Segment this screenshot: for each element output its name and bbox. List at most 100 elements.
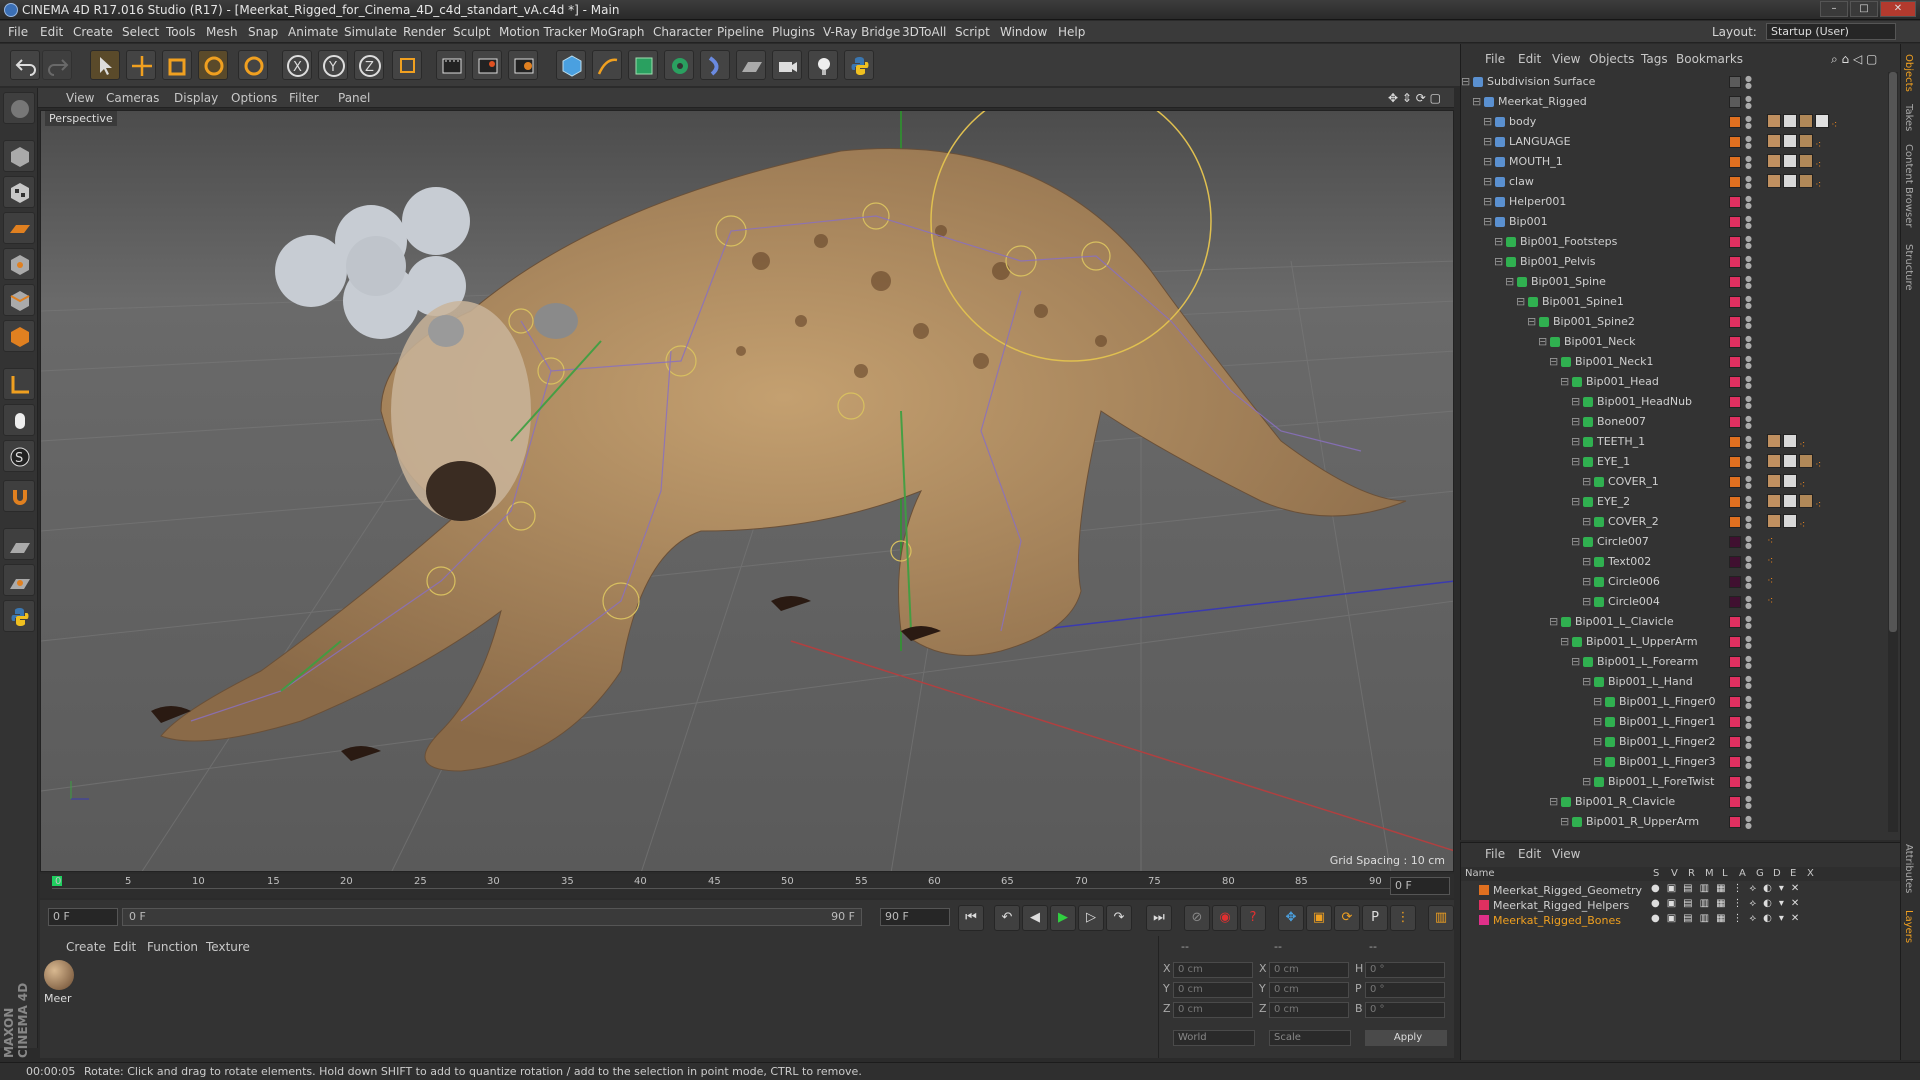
layer-color-swatch[interactable] <box>1729 776 1741 788</box>
viewport-nav-icons[interactable]: ✥ ⇕ ⟳ ▢ <box>1388 91 1441 105</box>
tag-icon[interactable]: ⁖ <box>1815 138 1829 152</box>
menu-render[interactable]: Render <box>403 25 446 39</box>
object-row[interactable]: ⊟ Bip001_Spine ● ● <box>1461 272 1886 292</box>
tag-icon[interactable] <box>1783 154 1797 168</box>
expand-toggle-icon[interactable]: ⊟ <box>1549 795 1558 808</box>
previous-key-icon[interactable]: ↶ <box>994 905 1020 931</box>
material-menu-texture[interactable]: Texture <box>206 940 250 954</box>
rotation-p-field[interactable]: 0 ° <box>1365 982 1445 998</box>
tweak-mode-icon[interactable] <box>3 404 35 436</box>
object-tree-scrollbar[interactable] <box>1888 72 1898 832</box>
object-row[interactable]: ⊟ LANGUAGE ● ● ⁖ <box>1461 132 1886 152</box>
viewport-menu-display[interactable]: Display <box>174 91 218 105</box>
size-y-field[interactable]: 0 cm <box>1269 982 1349 998</box>
subdivision-surface-icon[interactable] <box>628 50 658 80</box>
layer-color-swatch[interactable] <box>1729 416 1741 428</box>
apply-button[interactable]: Apply <box>1365 1030 1447 1046</box>
lm-menu-view[interactable]: View <box>1552 847 1580 861</box>
material-menu-edit[interactable]: Edit <box>113 940 136 954</box>
recent-tool-icon[interactable] <box>238 50 268 80</box>
layer-color-swatch[interactable] <box>1729 656 1741 668</box>
go-to-start-icon[interactable]: ⏮ <box>958 905 984 931</box>
size-mode-dropdown[interactable]: Scale <box>1269 1030 1351 1046</box>
object-name[interactable]: EYE_2 <box>1597 495 1630 508</box>
object-name[interactable]: Circle006 <box>1608 575 1660 588</box>
object-row[interactable]: ⊟ Bip001 ● ● <box>1461 212 1886 232</box>
python-script-icon[interactable] <box>3 600 35 632</box>
record-scale-icon[interactable]: ▣ <box>1306 905 1332 931</box>
object-row[interactable]: ⊟ Bip001_L_Finger0 ● ● <box>1461 692 1886 712</box>
solo-icon[interactable] <box>3 528 35 560</box>
menu-select[interactable]: Select <box>122 25 159 39</box>
object-name[interactable]: Bip001_Neck1 <box>1575 355 1654 368</box>
y-axis-icon[interactable]: Y <box>318 50 348 80</box>
tag-icon[interactable] <box>1799 454 1813 468</box>
object-name[interactable]: Bip001_R_Clavicle <box>1575 795 1675 808</box>
tag-icon[interactable] <box>1799 114 1813 128</box>
timeline-ruler[interactable]: 0 5 10 15 20 25 30 35 40 45 50 55 60 65 … <box>40 874 1454 898</box>
size-x-field[interactable]: 0 cm <box>1269 962 1349 978</box>
om-menu-view[interactable]: View <box>1552 52 1580 66</box>
render-view-icon[interactable] <box>436 50 466 80</box>
expand-toggle-icon[interactable]: ⊟ <box>1527 315 1536 328</box>
object-row[interactable]: ⊟ Bip001_Head ● ● <box>1461 372 1886 392</box>
tag-icon[interactable]: ⁖ <box>1815 158 1829 172</box>
object-row[interactable]: ⊟ Helper001 ● ● <box>1461 192 1886 212</box>
object-row[interactable]: ⊟ Bone007 ● ● <box>1461 412 1886 432</box>
layer-color-swatch[interactable] <box>1729 556 1741 568</box>
expand-toggle-icon[interactable]: ⊟ <box>1582 675 1591 688</box>
object-name[interactable]: Bip001_HeadNub <box>1597 395 1692 408</box>
object-name[interactable]: COVER_2 <box>1608 515 1659 528</box>
object-row[interactable]: ⊟ COVER_1 ● ● ⁖ <box>1461 472 1886 492</box>
floor-icon[interactable] <box>736 50 766 80</box>
rotation-h-field[interactable]: 0 ° <box>1365 962 1445 978</box>
om-search-icon[interactable]: ⌕ ⌂ ◁ ▢ <box>1831 52 1877 67</box>
object-row[interactable]: ⊟ Bip001_Pelvis ● ● <box>1461 252 1886 272</box>
tag-icon[interactable] <box>1799 494 1813 508</box>
visibility-dots-icon[interactable]: ● ● <box>1745 535 1752 550</box>
scale-icon[interactable] <box>162 50 192 80</box>
layer-color-swatch[interactable] <box>1729 516 1741 528</box>
visibility-dots-icon[interactable]: ● ● <box>1745 795 1752 810</box>
menu-plugins[interactable]: Plugins <box>772 25 815 39</box>
visibility-dots-icon[interactable]: ● ● <box>1745 715 1752 730</box>
menu-tools[interactable]: Tools <box>166 25 196 39</box>
next-key-icon[interactable]: ↷ <box>1106 905 1132 931</box>
redo-icon[interactable] <box>42 50 72 80</box>
om-menu-objects[interactable]: Objects <box>1589 52 1634 66</box>
layer-color-swatch[interactable] <box>1729 816 1741 828</box>
position-y-field[interactable]: 0 cm <box>1173 982 1253 998</box>
visibility-dots-icon[interactable]: ● ● <box>1745 75 1752 90</box>
expand-toggle-icon[interactable]: ⊟ <box>1483 115 1492 128</box>
tag-icon[interactable] <box>1767 114 1781 128</box>
previous-frame-icon[interactable]: ◀ <box>1022 905 1048 931</box>
object-name[interactable]: Bip001_L_Finger2 <box>1619 735 1716 748</box>
tag-icon[interactable] <box>1783 114 1797 128</box>
visibility-dots-icon[interactable]: ● ● <box>1745 575 1752 590</box>
object-name[interactable]: Bip001_Footsteps <box>1520 235 1617 248</box>
rotate-icon[interactable] <box>198 50 228 80</box>
points-mode-icon[interactable] <box>3 248 35 280</box>
timeline-layout-icon[interactable]: ▥ <box>1428 905 1454 931</box>
visibility-dots-icon[interactable]: ● ● <box>1745 395 1752 410</box>
object-row[interactable]: ⊟ Bip001_Spine2 ● ● <box>1461 312 1886 332</box>
expand-toggle-icon[interactable]: ⊟ <box>1593 735 1602 748</box>
position-x-field[interactable]: 0 cm <box>1173 962 1253 978</box>
layout-dropdown[interactable]: Startup (User) <box>1766 23 1896 40</box>
object-row[interactable]: ⊟ Bip001_Neck ● ● <box>1461 332 1886 352</box>
visibility-dots-icon[interactable]: ● ● <box>1745 335 1752 350</box>
object-name[interactable]: Bip001_L_Forearm <box>1597 655 1698 668</box>
visibility-dots-icon[interactable]: ● ● <box>1745 675 1752 690</box>
expand-toggle-icon[interactable]: ⊟ <box>1538 335 1547 348</box>
object-name[interactable]: claw <box>1509 175 1534 188</box>
expand-toggle-icon[interactable]: ⊟ <box>1582 595 1591 608</box>
layer-color-swatch[interactable] <box>1729 176 1741 188</box>
object-row[interactable]: ⊟ Text002 ● ● ⁖ <box>1461 552 1886 572</box>
object-name[interactable]: COVER_1 <box>1608 475 1659 488</box>
layer-color-swatch[interactable] <box>1729 796 1741 808</box>
object-name[interactable]: Bip001_L_ForeTwist <box>1608 775 1714 788</box>
visibility-dots-icon[interactable]: ● ● <box>1745 435 1752 450</box>
visibility-dots-icon[interactable]: ● ● <box>1745 615 1752 630</box>
end-frame-field[interactable]: 90 F <box>880 908 950 926</box>
record-pla-icon[interactable]: ⋮ <box>1390 905 1416 931</box>
